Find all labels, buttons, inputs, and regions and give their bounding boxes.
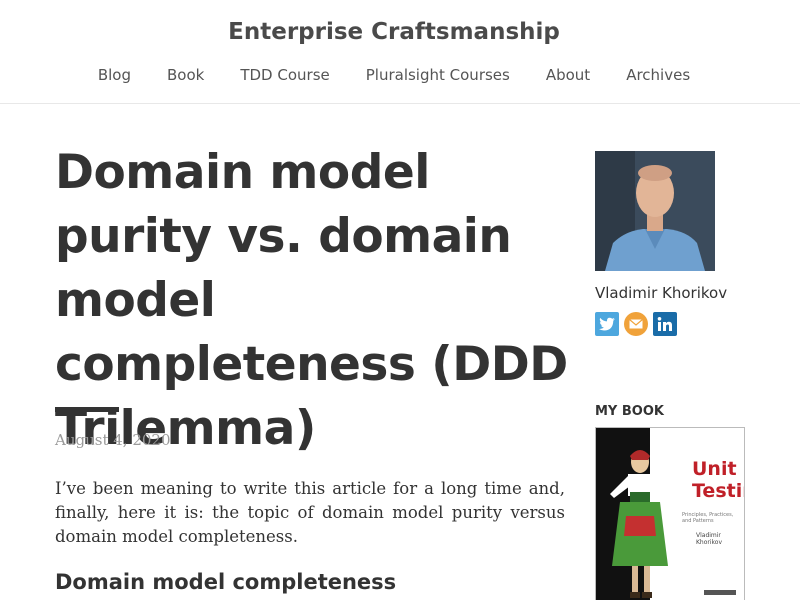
nav-item-pluralsight-courses[interactable]: Pluralsight Courses [366,66,510,84]
main-nav: Blog Book TDD Course Pluralsight Courses… [0,66,788,84]
linkedin-icon[interactable] [653,312,677,336]
twitter-icon[interactable] [595,312,619,336]
post-intro-paragraph: I’ve been meaning to write this article … [55,479,565,546]
book-author: Vladimir Khorikov [696,532,723,546]
book-cover[interactable]: UnitTesting Principles, Practices, and P… [595,427,745,600]
nav-item-tdd-course[interactable]: TDD Course [240,66,329,84]
nav-item-blog[interactable]: Blog [98,66,131,84]
nav-item-about[interactable]: About [546,66,590,84]
social-links [595,312,677,336]
site-title[interactable]: Enterprise Craftsmanship [0,19,788,45]
publisher-logo [704,590,736,595]
nav-item-archives[interactable]: Archives [626,66,690,84]
post-date: August 4, 2020 [55,431,171,449]
book-subtitle: Principles, Practices, and Patterns [682,512,734,524]
section-heading: Domain model completeness [55,570,397,594]
book-title: UnitTesting [692,458,744,502]
nav-item-book[interactable]: Book [167,66,204,84]
book-section-heading: MY BOOK [595,404,664,419]
author-name[interactable]: Vladimir Khorikov [595,284,727,302]
book-illustration [610,450,670,598]
title-underline [55,407,119,412]
header-divider [0,103,800,104]
post-title: Domain model purity vs. domain model com… [55,145,568,456]
author-photo [595,151,715,271]
email-icon[interactable] [624,312,648,336]
